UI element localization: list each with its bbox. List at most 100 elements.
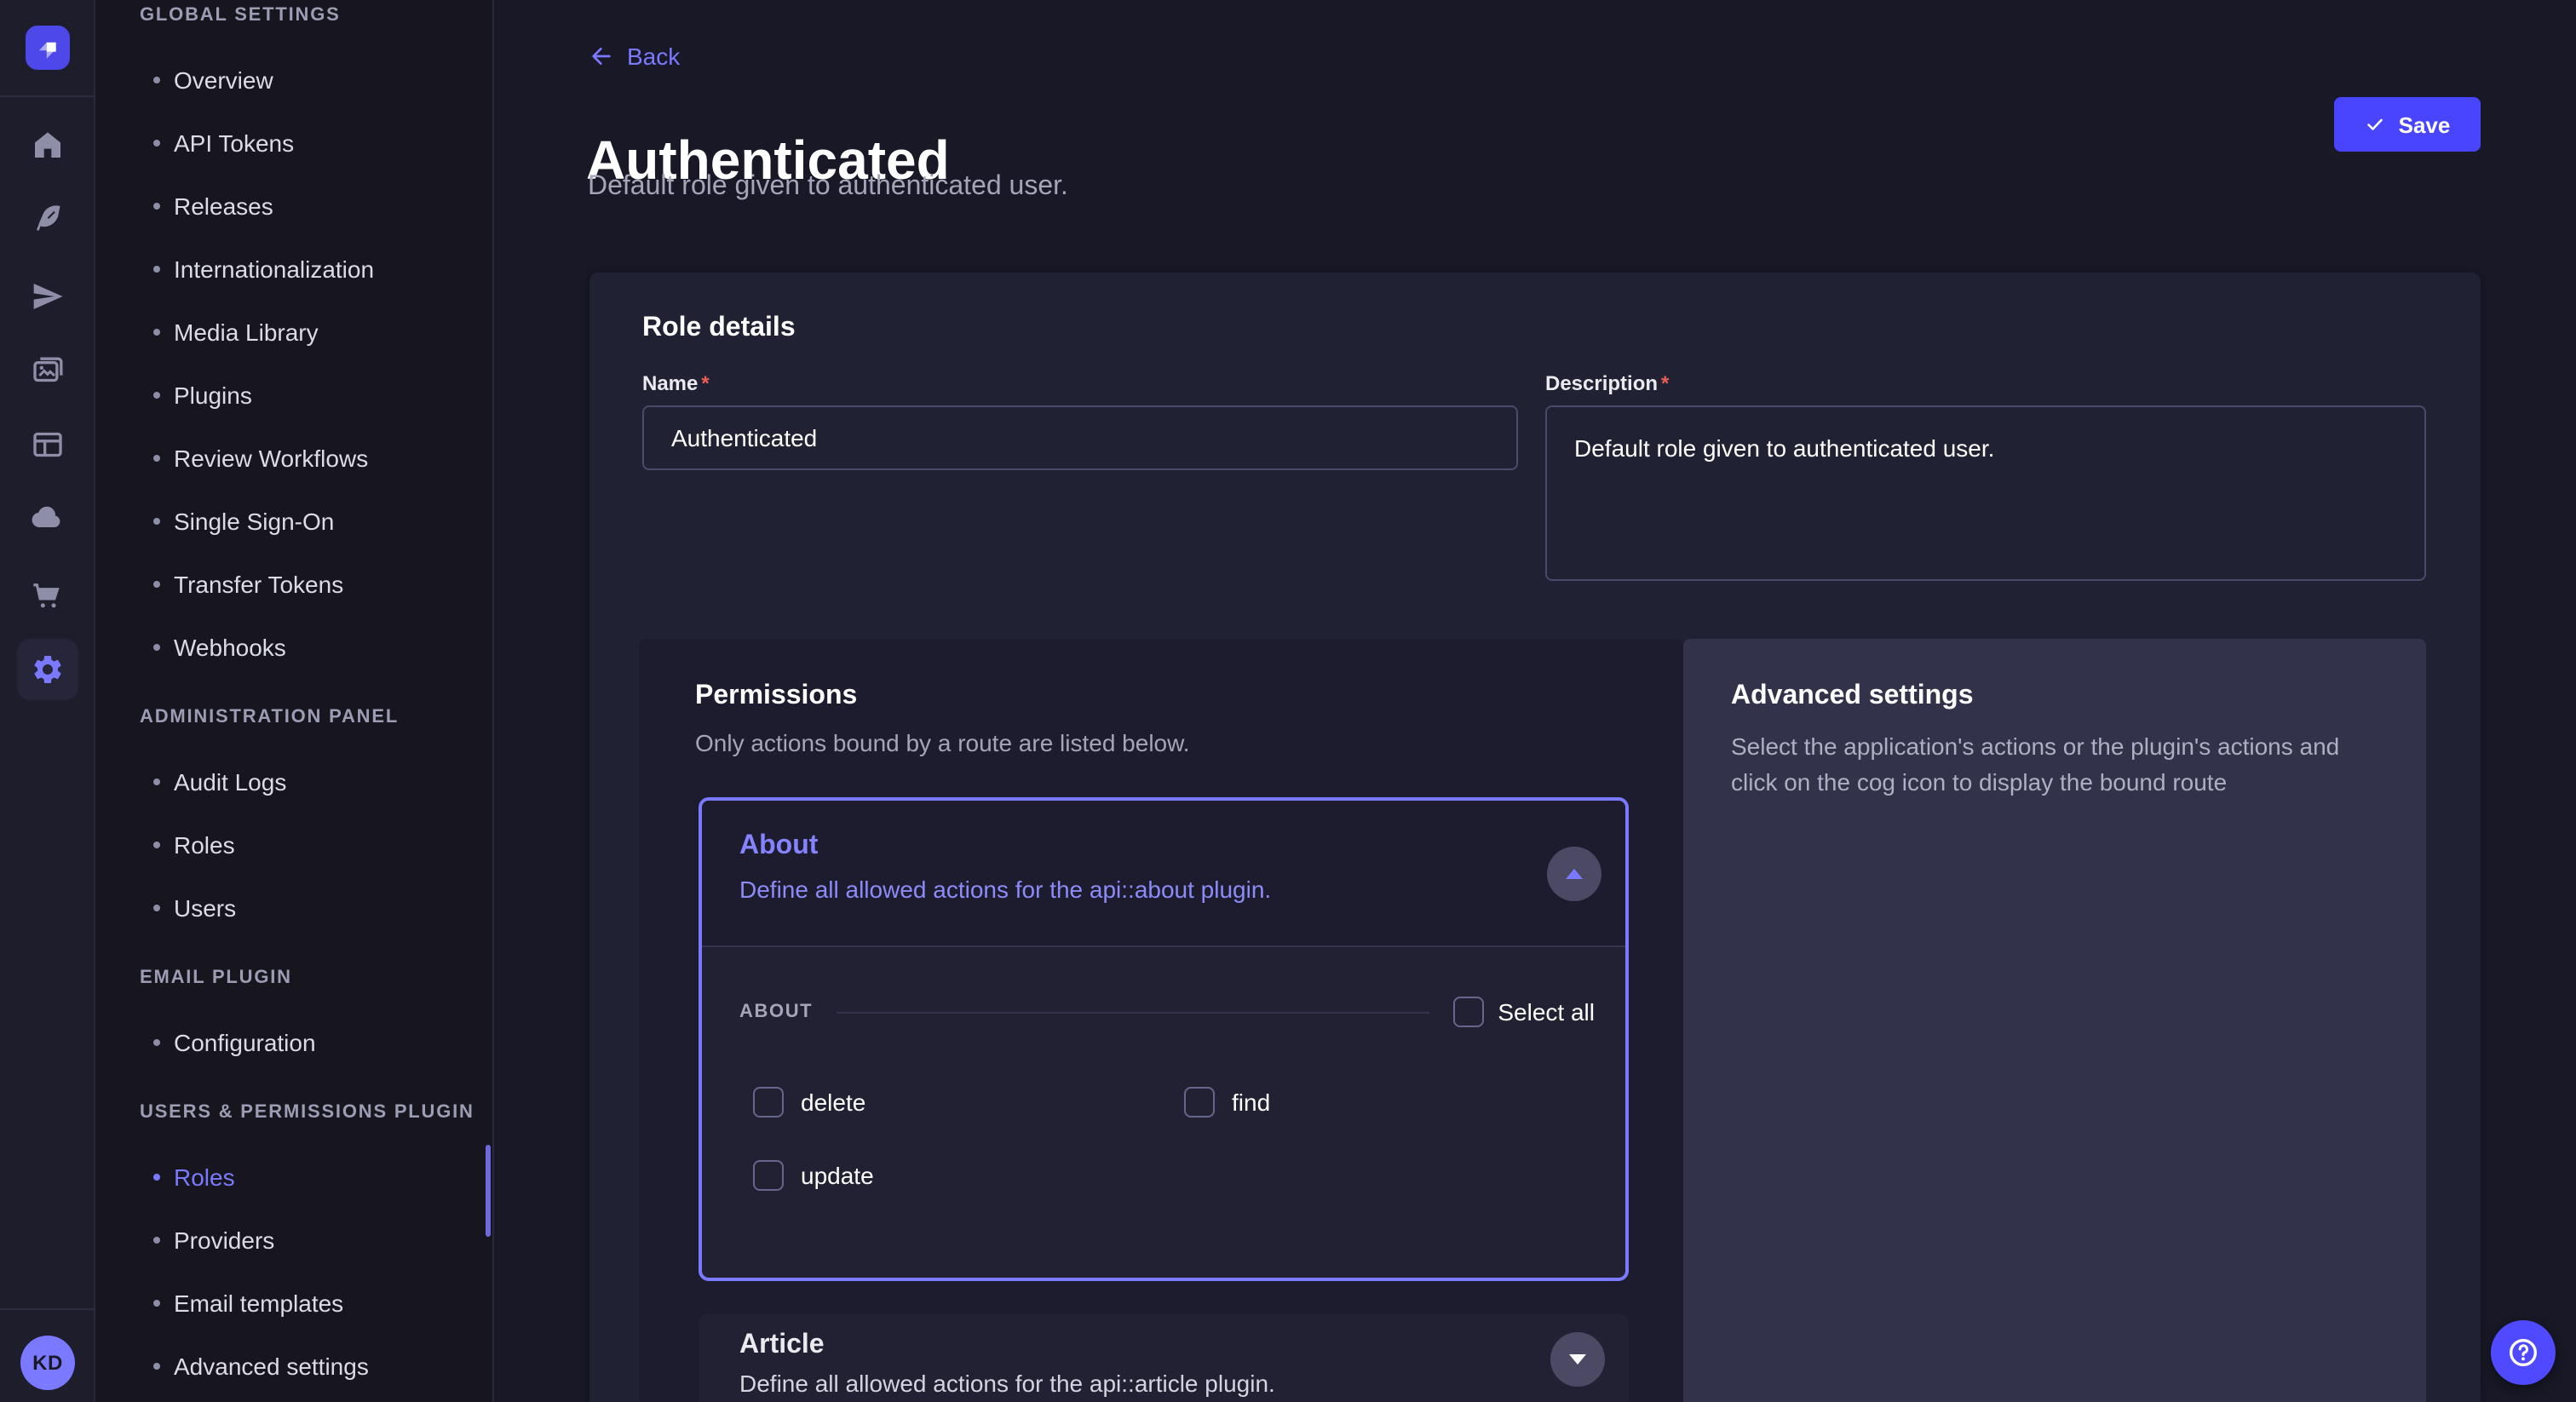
permission-item-delete[interactable]: delete bbox=[753, 1087, 1184, 1118]
sidebar-item-label: Audit Logs bbox=[174, 767, 286, 795]
save-label: Save bbox=[2399, 112, 2451, 137]
sidebar-item-media-library[interactable]: Media Library bbox=[95, 300, 492, 363]
strapi-logo[interactable] bbox=[26, 26, 70, 70]
settings-gear-icon[interactable] bbox=[17, 639, 78, 700]
sidebar-section-title: ADMINISTRATION PANEL bbox=[95, 705, 492, 739]
sidebar-item-label: Roles bbox=[174, 1163, 235, 1190]
accordion-about: About Define all allowed actions for the… bbox=[699, 797, 1629, 1281]
bullet-icon bbox=[153, 328, 160, 335]
sidebar-item-users[interactable]: Users bbox=[95, 876, 492, 939]
permission-item-update[interactable]: update bbox=[753, 1160, 1184, 1191]
description-textarea[interactable]: Default role given to authenticated user… bbox=[1545, 405, 2426, 581]
layout-icon[interactable] bbox=[17, 414, 78, 475]
bullet-icon bbox=[153, 202, 160, 209]
about-group-label: ABOUT bbox=[739, 1002, 813, 1022]
required-asterisk: * bbox=[701, 371, 709, 395]
accordion-about-header[interactable]: About Define all allowed actions for the… bbox=[702, 801, 1625, 947]
chevron-down-icon bbox=[1569, 1354, 1586, 1365]
sidebar-item-label: Users bbox=[174, 893, 236, 921]
accordion-article[interactable]: Article Define all allowed actions for t… bbox=[699, 1313, 1629, 1402]
sidebar-item-configuration[interactable]: Configuration bbox=[95, 1010, 492, 1073]
permissions-title: Permissions bbox=[695, 681, 857, 712]
bullet-icon bbox=[153, 580, 160, 587]
sidebar-item-internationalization[interactable]: Internationalization bbox=[95, 237, 492, 300]
name-input[interactable] bbox=[642, 405, 1518, 470]
sidebar-item-label: Transfer Tokens bbox=[174, 570, 343, 597]
quill-content-icon[interactable] bbox=[17, 187, 78, 249]
sidebar-item-label: Email templates bbox=[174, 1289, 343, 1316]
sidebar-item-roles[interactable]: Roles bbox=[95, 813, 492, 876]
update-checkbox[interactable] bbox=[753, 1160, 784, 1191]
sidebar-item-label: Releases bbox=[174, 192, 273, 219]
sidebar-item-label: API Tokens bbox=[174, 129, 294, 156]
accordion-about-description: Define all allowed actions for the api::… bbox=[739, 876, 1271, 903]
bullet-icon bbox=[153, 1236, 160, 1243]
cloud-icon[interactable] bbox=[17, 487, 78, 549]
accordion-article-description: Define all allowed actions for the api::… bbox=[739, 1370, 1275, 1397]
cart-icon[interactable] bbox=[17, 564, 78, 625]
sidebar-item-roles[interactable]: Roles bbox=[95, 1145, 492, 1208]
select-all-checkbox[interactable] bbox=[1453, 997, 1484, 1027]
sidebar-section: ADMINISTRATION PANEL Audit Logs Roles Users bbox=[95, 705, 492, 939]
expand-article-button[interactable] bbox=[1550, 1332, 1605, 1387]
select-all-label: Select all bbox=[1498, 998, 1595, 1026]
bullet-icon bbox=[153, 1299, 160, 1306]
name-label: Name* bbox=[642, 371, 710, 395]
bullet-icon bbox=[153, 778, 160, 784]
sidebar-section-title: EMAIL PLUGIN bbox=[95, 966, 492, 1000]
bullet-icon bbox=[153, 454, 160, 461]
page-subtitle: Default role given to authenticated user… bbox=[588, 172, 1068, 203]
save-button[interactable]: Save bbox=[2334, 97, 2481, 152]
sidebar-item-label: Plugins bbox=[174, 381, 252, 408]
sidebar-item-plugins[interactable]: Plugins bbox=[95, 363, 492, 426]
sidebar-item-label: Single Sign-On bbox=[174, 507, 334, 534]
sidebar-item-transfer-tokens[interactable]: Transfer Tokens bbox=[95, 552, 492, 615]
settings-sidebar: GLOBAL SETTINGS Overview API Tokens Release… bbox=[95, 0, 494, 1402]
sidebar-item-email-templates[interactable]: Email templates bbox=[95, 1271, 492, 1334]
rail-divider bbox=[0, 95, 95, 97]
back-button[interactable]: Back bbox=[588, 43, 680, 70]
bullet-icon bbox=[153, 904, 160, 911]
collapse-about-button[interactable] bbox=[1547, 847, 1601, 901]
advanced-settings-title: Advanced settings bbox=[1731, 681, 1974, 712]
delete-checkbox[interactable] bbox=[753, 1087, 784, 1118]
bullet-icon bbox=[153, 139, 160, 146]
bullet-icon bbox=[153, 517, 160, 524]
advanced-settings-panel: Advanced settings Select the application… bbox=[1683, 639, 2426, 1402]
sidebar-item-label: Review Workflows bbox=[174, 444, 368, 471]
sidebar-item-advanced-settings[interactable]: Advanced settings bbox=[95, 1334, 492, 1397]
sidebar-item-providers[interactable]: Providers bbox=[95, 1208, 492, 1271]
accordion-about-title: About bbox=[739, 831, 818, 862]
help-button[interactable] bbox=[2491, 1320, 2556, 1385]
home-icon[interactable] bbox=[17, 114, 78, 175]
sidebar-item-label: Roles bbox=[174, 830, 235, 858]
sidebar-item-label: Webhooks bbox=[174, 633, 286, 660]
icon-rail: KD bbox=[0, 0, 95, 1402]
sidebar-section-title: GLOBAL SETTINGS bbox=[95, 3, 492, 37]
permissions-subtitle: Only actions bound by a route are listed… bbox=[695, 729, 1190, 756]
permission-item-find[interactable]: find bbox=[1184, 1087, 1571, 1118]
sidebar-item-api-tokens[interactable]: API Tokens bbox=[95, 111, 492, 174]
sidebar-item-releases[interactable]: Releases bbox=[95, 174, 492, 237]
sidebar-item-review-workflows[interactable]: Review Workflows bbox=[95, 426, 492, 489]
sidebar-item-webhooks[interactable]: Webhooks bbox=[95, 615, 492, 678]
sidebar-scrollbar[interactable] bbox=[486, 1145, 491, 1237]
sidebar-item-single-sign-on[interactable]: Single Sign-On bbox=[95, 489, 492, 552]
strapi-settings-page: KD GLOBAL SETTINGS Overview API Tokens Rele… bbox=[0, 0, 2576, 1402]
rail-divider-bottom bbox=[0, 1308, 95, 1310]
sidebar-item-overview[interactable]: Overview bbox=[95, 48, 492, 111]
sidebar-section-title: USERS & PERMISSIONS PLUGIN bbox=[95, 1100, 492, 1135]
chevron-up-icon bbox=[1566, 869, 1583, 879]
avatar[interactable]: KD bbox=[20, 1336, 75, 1390]
find-checkbox[interactable] bbox=[1184, 1087, 1215, 1118]
sidebar-section: EMAIL PLUGIN Configuration bbox=[95, 966, 492, 1073]
sidebar-section: USERS & PERMISSIONS PLUGIN Roles Providers… bbox=[95, 1100, 492, 1397]
permissions-panel: Permissions Only actions bound by a rout… bbox=[639, 639, 1683, 1402]
sidebar-item-audit-logs[interactable]: Audit Logs bbox=[95, 750, 492, 813]
permission-label: find bbox=[1232, 1089, 1270, 1116]
media-library-icon[interactable] bbox=[17, 339, 78, 400]
paper-plane-icon[interactable] bbox=[17, 266, 78, 327]
bullet-icon bbox=[153, 1173, 160, 1180]
role-details-title: Role details bbox=[642, 313, 796, 344]
check-icon bbox=[2365, 114, 2385, 135]
